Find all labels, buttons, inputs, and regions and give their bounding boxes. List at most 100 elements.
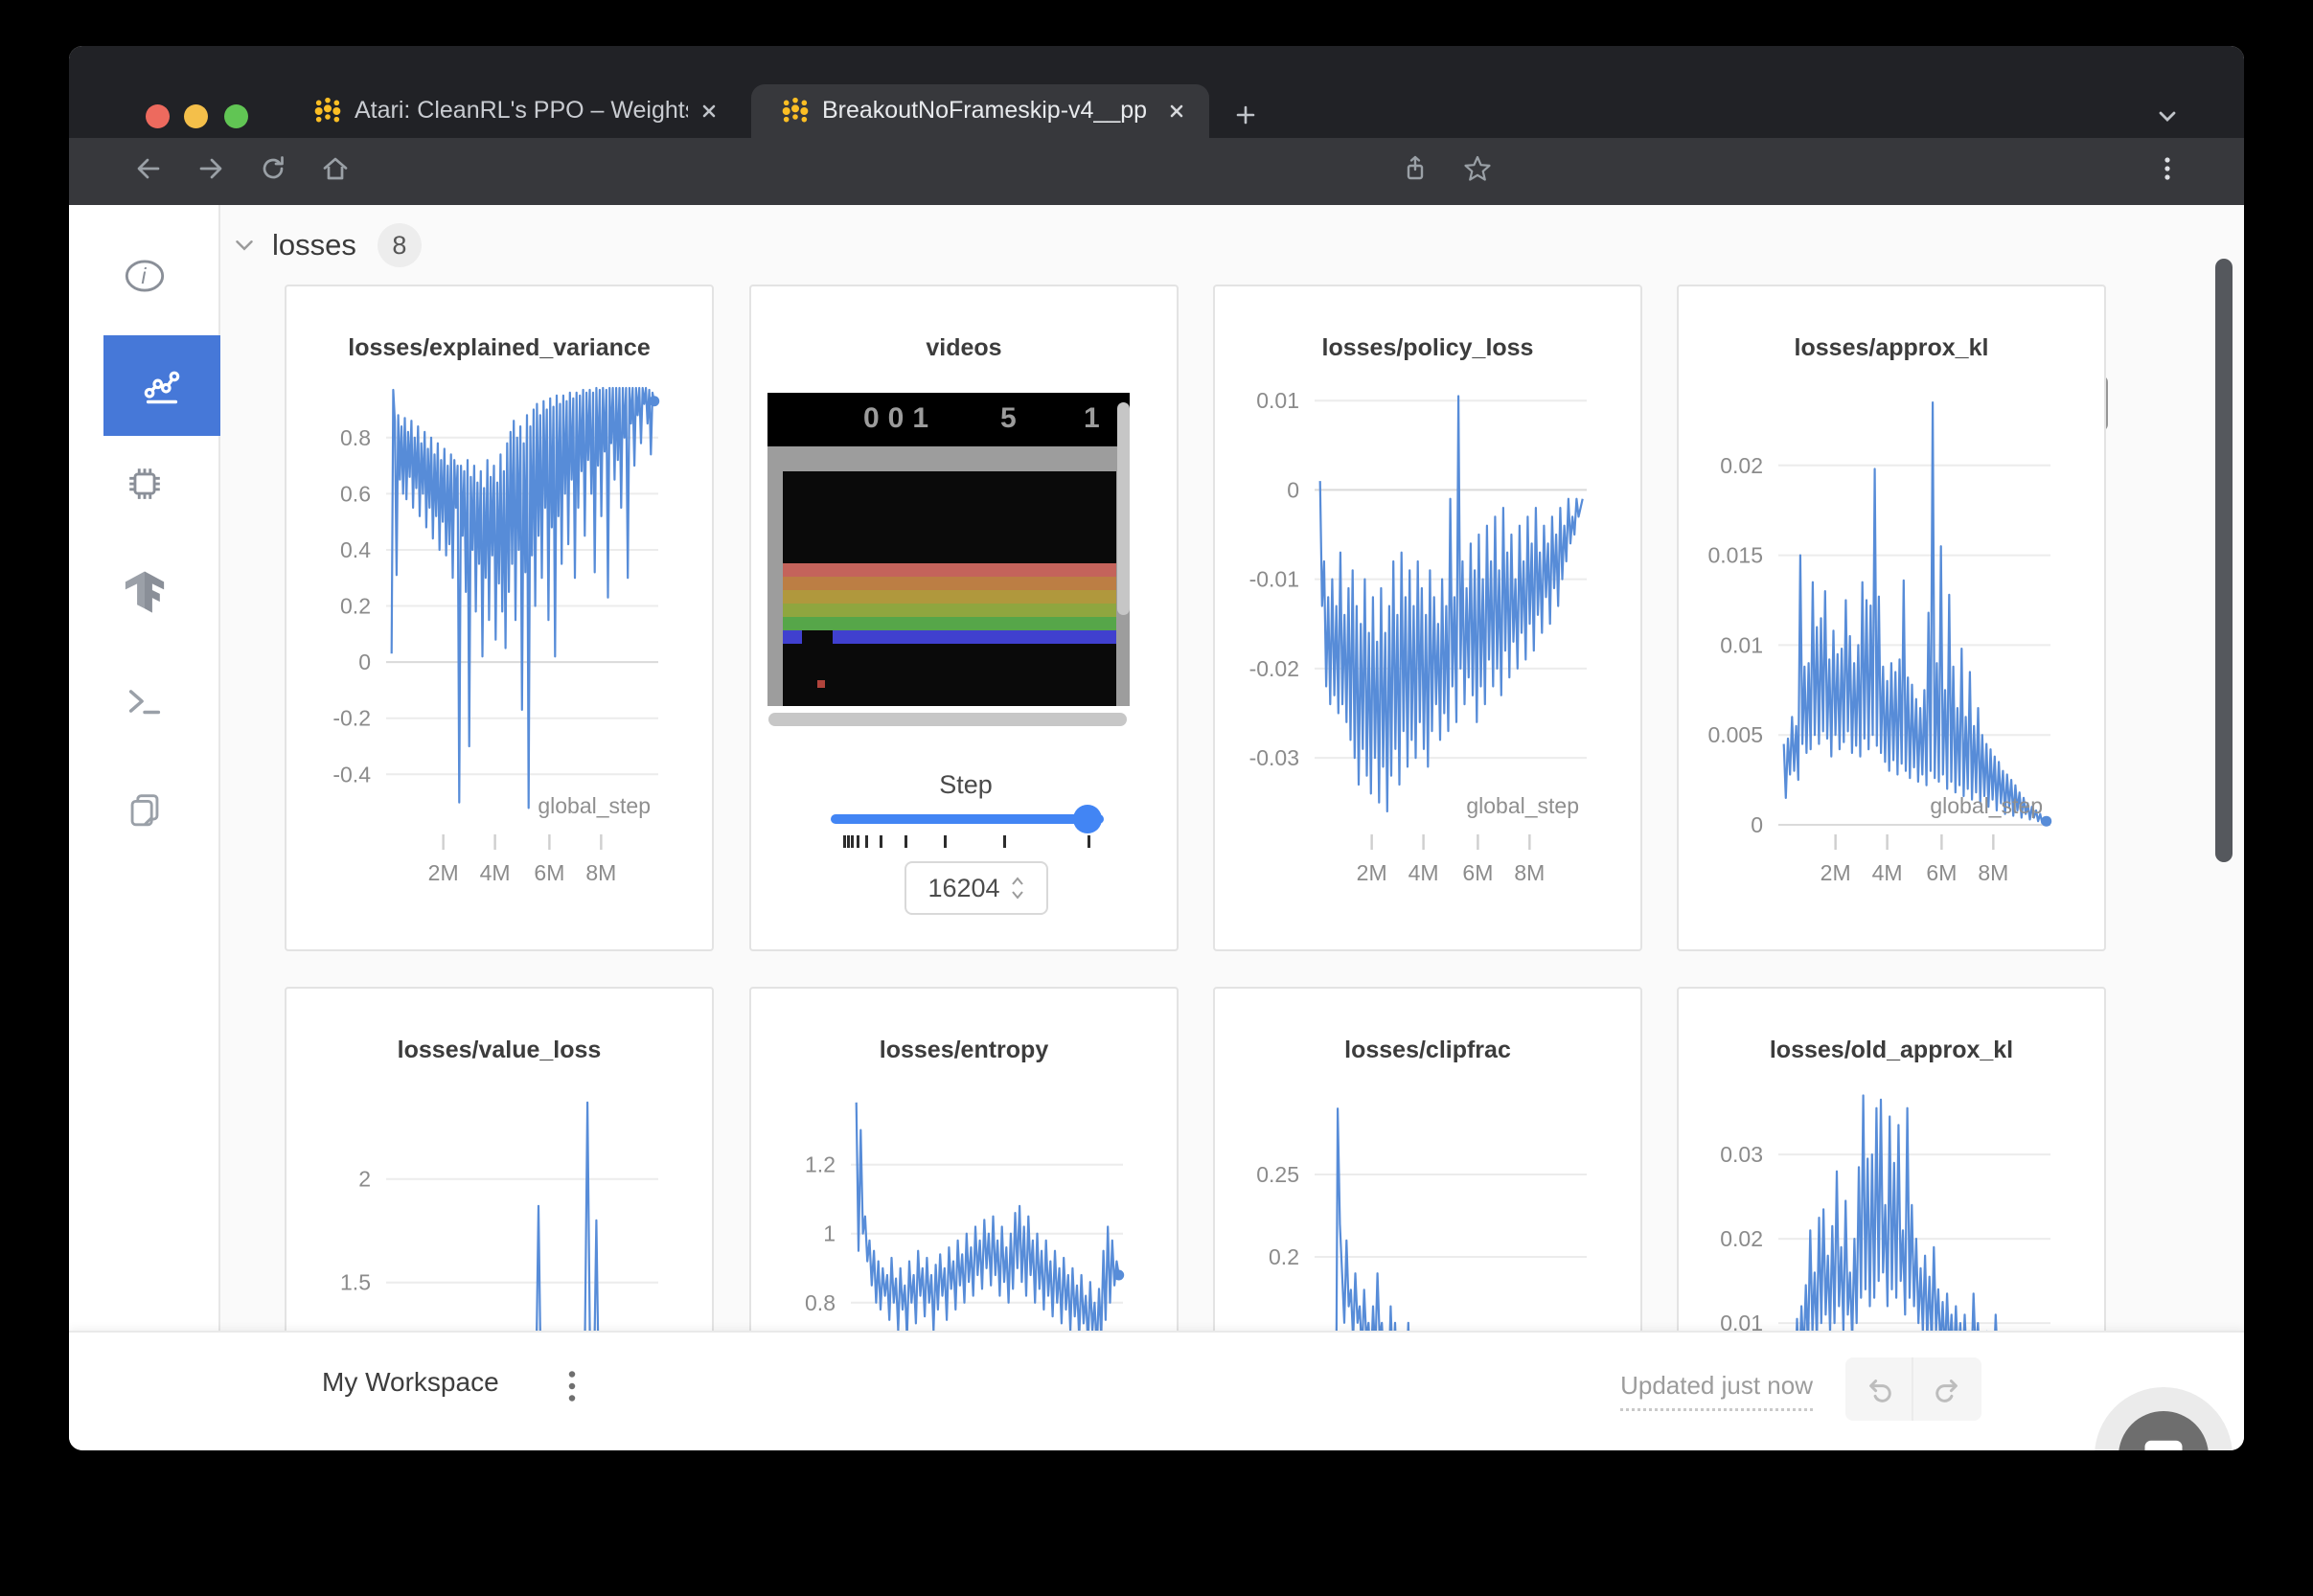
panel-title: losses/approx_kl bbox=[1679, 334, 2104, 362]
stepper-chevrons-icon[interactable] bbox=[1010, 874, 1025, 902]
browser-toolbar: wandb.ai/openrlbenchmark/cleanrl/runs/3m… bbox=[69, 138, 2244, 205]
minimize-window-button[interactable] bbox=[184, 104, 208, 128]
section-title: losses bbox=[272, 228, 356, 262]
brick-row bbox=[783, 590, 1116, 604]
svg-text:1.5: 1.5 bbox=[340, 1270, 371, 1295]
step-input-value: 16204 bbox=[927, 874, 999, 903]
close-tab-icon[interactable] bbox=[694, 96, 724, 126]
video-horizontal-scrollbar[interactable] bbox=[768, 713, 1127, 726]
tab-search-chevron-icon[interactable] bbox=[2152, 102, 2183, 132]
updated-status: Updated just now bbox=[1620, 1371, 1813, 1411]
chat-fab-inner bbox=[2118, 1411, 2209, 1450]
svg-text:2M: 2M bbox=[428, 860, 459, 885]
svg-text:global_step: global_step bbox=[538, 793, 651, 818]
svg-text:0.01: 0.01 bbox=[1720, 1311, 1763, 1331]
breakout-video-frame[interactable]: 001 5 1 bbox=[767, 393, 1130, 706]
chart-approx-kl: 0.020.0150.010.00502M4M6M8Mglobal_step bbox=[1679, 382, 2108, 928]
bookmark-star-icon[interactable] bbox=[1462, 153, 1493, 184]
brick-row bbox=[783, 630, 1116, 644]
close-window-button[interactable] bbox=[146, 104, 170, 128]
svg-text:0: 0 bbox=[1751, 812, 1763, 837]
svg-text:6M: 6M bbox=[1462, 860, 1493, 885]
svg-text:-0.03: -0.03 bbox=[1249, 745, 1299, 770]
maximize-window-button[interactable] bbox=[224, 104, 248, 128]
tab-atari-cleanrl[interactable]: Atari: CleanRL's PPO – Weights bbox=[287, 84, 738, 138]
panel-clipfrac[interactable]: losses/clipfrac 0.250.20.152M4M6M8Mgloba… bbox=[1213, 987, 1642, 1331]
panel-explained-variance[interactable]: losses/explained_variance 0.80.60.40.20-… bbox=[285, 285, 714, 951]
panel-approx-kl[interactable]: losses/approx_kl 0.020.0150.010.00502M4M… bbox=[1677, 285, 2106, 951]
svg-text:6M: 6M bbox=[534, 860, 564, 885]
step-input[interactable]: 16204 bbox=[905, 861, 1048, 915]
panel-value-loss[interactable]: losses/value_loss 21.510.52M4M6M8Mglobal… bbox=[285, 987, 714, 1331]
svg-text:global_step: global_step bbox=[1930, 793, 2043, 818]
sidebar-item-files[interactable] bbox=[69, 768, 220, 851]
collapse-chevron-icon[interactable] bbox=[230, 231, 259, 260]
sidebar-item-overview[interactable]: i bbox=[69, 235, 220, 317]
undo-button[interactable] bbox=[1845, 1357, 1913, 1421]
brick-row bbox=[783, 563, 1116, 577]
share-icon[interactable] bbox=[1400, 153, 1431, 184]
chart-canvas: 1.210.80.62M4M6M8Mglobal_step bbox=[751, 1084, 1180, 1331]
sidebar-item-model[interactable] bbox=[69, 551, 220, 633]
slider-tick bbox=[857, 835, 859, 848]
panel-entropy[interactable]: losses/entropy 1.210.80.62M4M6M8Mglobal_… bbox=[749, 987, 1179, 1331]
workspace-menu-kebab-icon[interactable] bbox=[558, 1367, 586, 1405]
panel-policy-loss[interactable]: losses/policy_loss 0.010-0.01-0.02-0.032… bbox=[1213, 285, 1642, 951]
forward-button[interactable] bbox=[195, 153, 226, 184]
game-lives: 5 bbox=[1000, 402, 1017, 435]
svg-text:0.2: 0.2 bbox=[340, 594, 371, 619]
chart-canvas: 0.80.60.40.20-0.2-0.42M4M6M8Mglobal_step bbox=[286, 382, 716, 928]
tensorflow-icon bbox=[123, 570, 167, 614]
brick-row bbox=[783, 617, 1116, 630]
sidebar-item-charts-active[interactable] bbox=[103, 335, 220, 436]
slider-tick bbox=[1088, 835, 1090, 848]
slider-tick bbox=[847, 835, 850, 848]
chart-old-approx-kl: 0.030.020.012M4M6M8Mglobal_step bbox=[1679, 1084, 2108, 1331]
back-button[interactable] bbox=[133, 153, 164, 184]
svg-text:1: 1 bbox=[823, 1221, 836, 1246]
brick-row bbox=[783, 604, 1116, 617]
step-slider-thumb[interactable] bbox=[1073, 805, 1102, 833]
step-slider-track[interactable] bbox=[831, 814, 1104, 824]
redo-button[interactable] bbox=[1913, 1357, 1981, 1421]
chart-canvas: 0.030.020.012M4M6M8Mglobal_step bbox=[1679, 1084, 2108, 1331]
browser-window: Atari: CleanRL's PPO – Weights BreakoutN… bbox=[69, 46, 2244, 1450]
svg-text:2M: 2M bbox=[1357, 860, 1387, 885]
sidebar-item-logs[interactable] bbox=[69, 660, 220, 742]
section-header: losses 8 bbox=[230, 215, 422, 276]
panel-videos[interactable]: videos 001 5 1 Step bbox=[749, 285, 1179, 951]
slider-tick bbox=[851, 835, 854, 848]
svg-text:0.6: 0.6 bbox=[340, 481, 371, 506]
terminal-icon bbox=[123, 679, 167, 723]
svg-text:4M: 4M bbox=[1408, 860, 1439, 885]
svg-text:0.8: 0.8 bbox=[340, 425, 371, 450]
sidebar-item-system[interactable] bbox=[69, 443, 220, 525]
panel-old-approx-kl[interactable]: losses/old_approx_kl 0.030.020.012M4M6M8… bbox=[1677, 987, 2106, 1331]
brick-gap bbox=[802, 630, 833, 644]
chart-policy-loss: 0.010-0.01-0.02-0.032M4M6M8Mglobal_step bbox=[1215, 382, 1644, 928]
step-label: Step bbox=[751, 770, 1180, 800]
close-tab-icon[interactable] bbox=[1161, 96, 1192, 126]
tab-breakout-run[interactable]: BreakoutNoFrameskip-v4__pp bbox=[751, 84, 1209, 138]
svg-text:0.01: 0.01 bbox=[1256, 388, 1299, 413]
svg-text:4M: 4M bbox=[1872, 860, 1903, 885]
page-scrollbar[interactable] bbox=[2215, 259, 2233, 862]
reload-button[interactable] bbox=[258, 153, 288, 184]
svg-text:0.8: 0.8 bbox=[805, 1290, 836, 1315]
slider-tick bbox=[905, 835, 907, 848]
chart-canvas: 0.010-0.01-0.02-0.032M4M6M8Mglobal_step bbox=[1215, 382, 1644, 928]
browser-menu-kebab-icon[interactable] bbox=[2152, 153, 2183, 184]
game-score-bar: 001 5 1 bbox=[767, 393, 1130, 446]
chart-explained-variance: 0.80.60.40.20-0.2-0.42M4M6M8Mglobal_step bbox=[286, 382, 716, 928]
home-button[interactable] bbox=[320, 153, 351, 184]
chip-icon bbox=[123, 462, 167, 506]
panel-title: losses/entropy bbox=[751, 1037, 1177, 1064]
new-tab-icon[interactable] bbox=[1230, 100, 1261, 130]
game-score: 001 bbox=[863, 402, 937, 435]
brick-row bbox=[783, 577, 1116, 590]
slider-tick bbox=[880, 835, 882, 848]
video-vertical-scrollbar[interactable] bbox=[1117, 402, 1130, 615]
panel-title: videos bbox=[751, 334, 1177, 362]
undo-icon bbox=[1862, 1372, 1896, 1406]
svg-text:1.2: 1.2 bbox=[805, 1152, 836, 1177]
